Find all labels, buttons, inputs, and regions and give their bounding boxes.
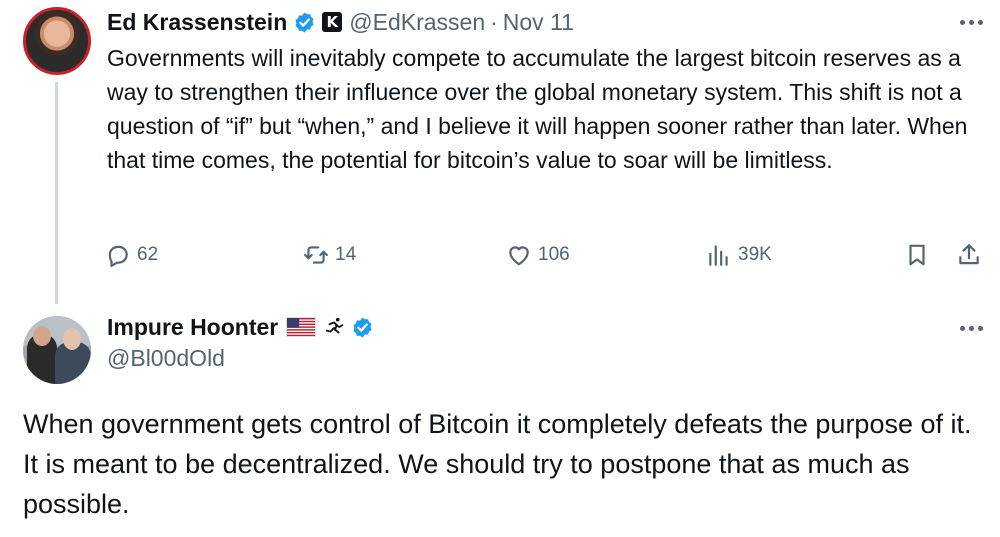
separator-dot: · <box>490 8 498 35</box>
affiliate-badge-icon[interactable]: K <box>322 12 343 32</box>
more-icon[interactable] <box>954 318 988 338</box>
avatar[interactable] <box>23 316 91 384</box>
tweet-header: Impure Hoonter <box>107 312 380 342</box>
avatar[interactable] <box>23 7 91 75</box>
tweet-date[interactable]: Nov 11 <box>503 9 574 36</box>
tweet-header: Ed Krassenstein K @EdKrassen · Nov 11 <box>107 7 574 37</box>
like-icon <box>509 246 529 266</box>
share-icon <box>959 244 979 265</box>
reply-icon <box>108 245 128 268</box>
tweet-text: Governments will inevitably compete to a… <box>107 45 968 173</box>
more-icon[interactable] <box>954 12 988 32</box>
repost-button[interactable]: 14 <box>303 237 356 273</box>
author-name[interactable]: Ed Krassenstein <box>107 9 287 36</box>
views-icon <box>709 245 728 266</box>
author-handle[interactable]: @EdKrassen <box>349 9 485 36</box>
reply-button[interactable]: 62 <box>105 237 158 273</box>
reply-count: 62 <box>137 244 159 265</box>
share-button[interactable] <box>956 237 988 273</box>
repost-icon <box>304 246 328 264</box>
us-flag-icon <box>286 317 317 337</box>
tweet-main[interactable]: Ed Krassenstein K @EdKrassen · Nov 11 Go… <box>0 0 1000 304</box>
bookmark-button[interactable] <box>904 237 936 273</box>
author-name[interactable]: Impure Hoonter <box>107 314 278 341</box>
bookmark-icon <box>909 244 925 266</box>
like-button[interactable]: 106 <box>506 237 570 273</box>
views-count: 39K <box>738 244 772 265</box>
verified-icon <box>295 11 314 33</box>
verified-icon <box>353 316 372 338</box>
tweet-text: When government gets control of Bitcoin … <box>23 409 972 519</box>
views-button[interactable]: 39K <box>706 237 772 273</box>
runner-icon <box>326 317 344 334</box>
author-handle[interactable]: @Bl00dOld <box>107 345 225 372</box>
action-bar: 62 14 106 39K <box>0 237 1000 273</box>
like-count: 106 <box>538 244 570 265</box>
repost-count: 14 <box>335 244 357 265</box>
